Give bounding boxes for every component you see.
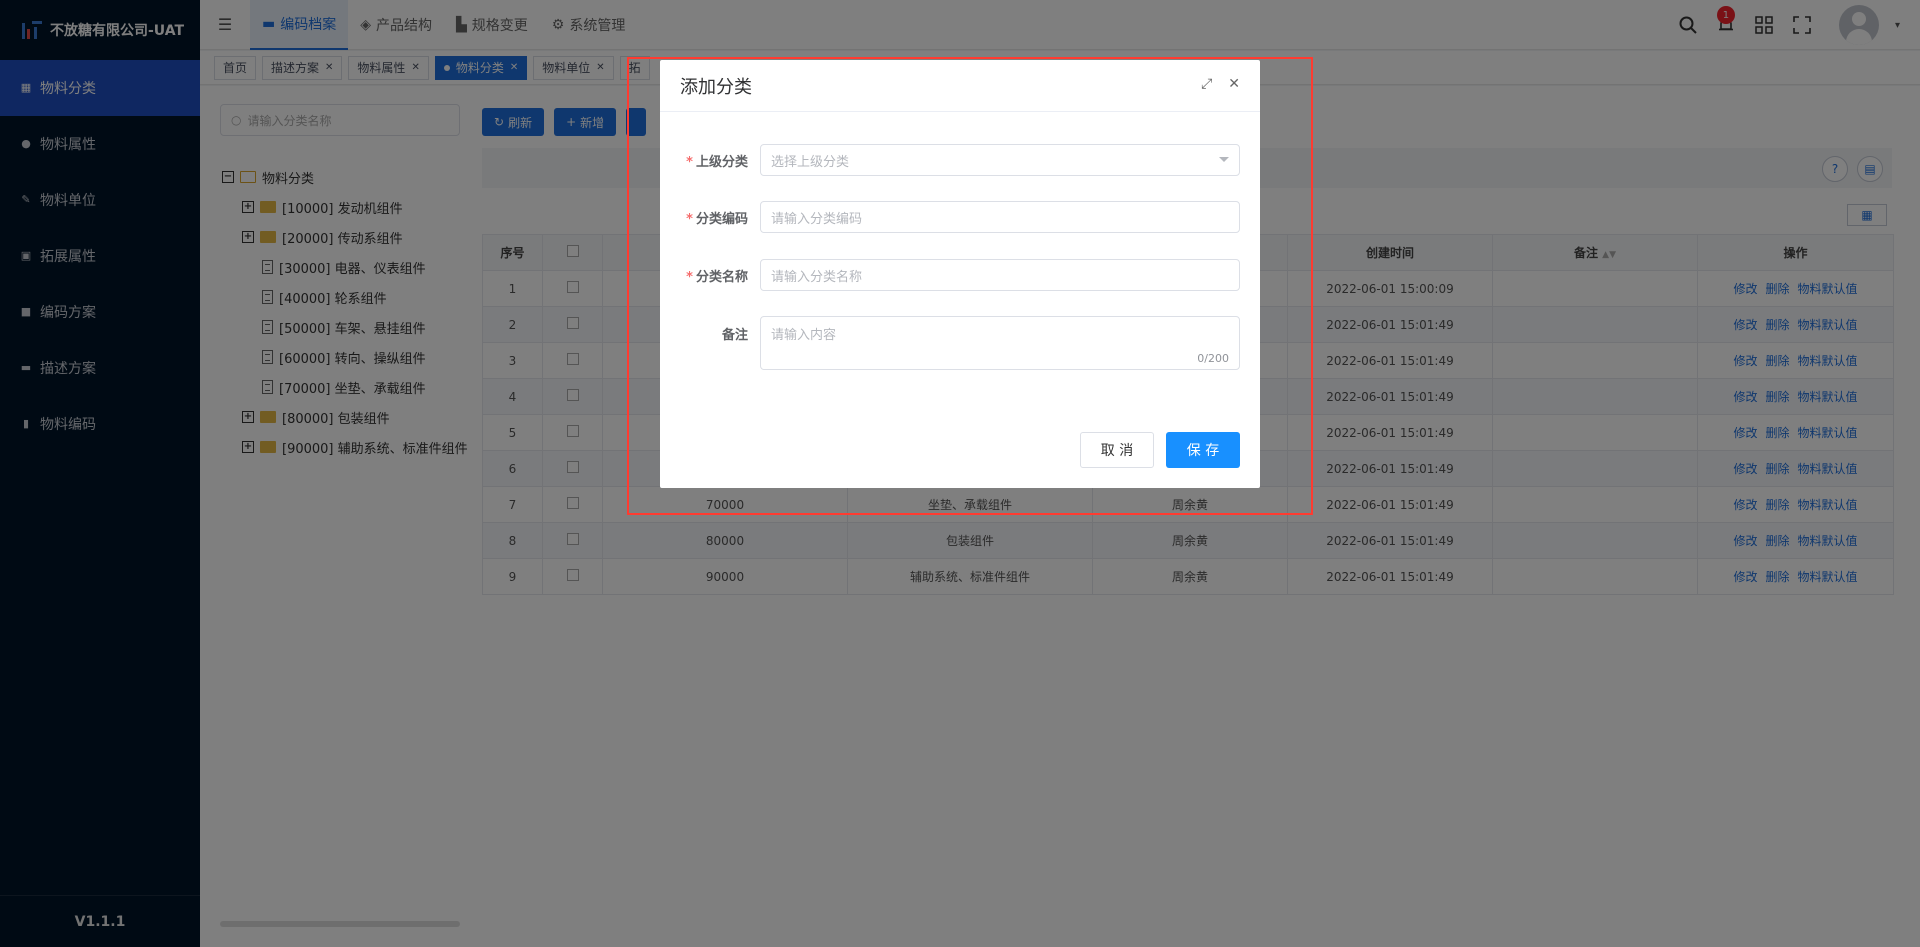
highlight-box bbox=[627, 57, 1313, 515]
